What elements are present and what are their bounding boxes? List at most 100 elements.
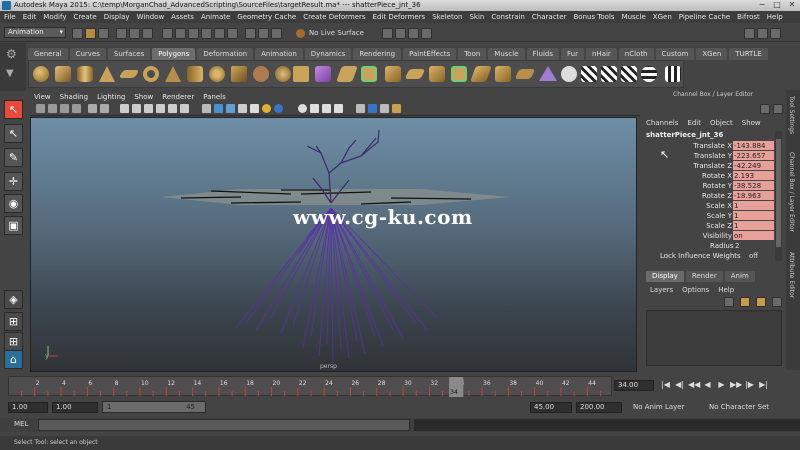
channel-label[interactable]: Translate Z — [693, 161, 732, 171]
move-layer-down-icon[interactable] — [772, 297, 782, 307]
menu-edit[interactable]: Edit — [23, 11, 37, 23]
channel-label[interactable]: Translate Y — [694, 151, 732, 161]
insert-edge-loop-icon[interactable] — [404, 69, 426, 79]
channel-value-field[interactable]: -38.528 — [733, 181, 774, 190]
depth-of-field-icon[interactable] — [322, 104, 331, 113]
separate-icon[interactable] — [253, 66, 269, 82]
mask-deformations-icon[interactable] — [214, 28, 225, 39]
mel-label[interactable]: MEL — [14, 420, 28, 428]
viewport-menu-shading[interactable]: Shading — [60, 92, 88, 102]
tab-render[interactable]: Render — [685, 271, 723, 282]
use-all-lights-icon[interactable] — [250, 104, 259, 113]
split-polygon-icon[interactable] — [385, 66, 401, 82]
shelf-tab-fluids[interactable]: Fluids — [526, 48, 559, 60]
shelf-tab-turtle[interactable]: TURTLE — [729, 48, 768, 60]
viewport-menu-lighting[interactable]: Lighting — [97, 92, 125, 102]
play-backwards-button[interactable]: ◀ — [702, 379, 713, 391]
hypershade-layout-icon[interactable]: ⌂ — [4, 350, 23, 369]
gate-mask-icon[interactable] — [144, 104, 153, 113]
bridge-icon[interactable] — [336, 66, 358, 82]
viewport-menu-panels[interactable]: Panels — [203, 92, 226, 102]
layer-list[interactable] — [646, 310, 782, 366]
ipr-render-icon[interactable] — [408, 28, 419, 39]
shelf-tab-muscle[interactable]: Muscle — [488, 48, 525, 60]
bookmark-icon[interactable] — [60, 104, 69, 113]
side-tab-tool-settings[interactable]: Tool Settings — [788, 96, 795, 134]
shelf-menu-arrow-icon[interactable]: ▼ — [6, 68, 14, 79]
poly-pipe-icon[interactable] — [209, 66, 225, 82]
wireframe-on-shaded-icon[interactable] — [226, 104, 235, 113]
menu-bifrost[interactable]: Bifrost — [737, 11, 760, 23]
mirror-icon[interactable] — [561, 66, 577, 82]
sculpt-icon[interactable] — [539, 66, 557, 81]
channel-label[interactable]: Radius — [710, 241, 733, 251]
image-plane-icon[interactable] — [72, 104, 81, 113]
channel-label[interactable]: Scale X — [706, 201, 732, 211]
channel-label[interactable]: Scale Z — [706, 221, 732, 231]
selected-object-name[interactable]: shatterPiece_jnt_36 — [646, 131, 723, 139]
channel-value-field[interactable]: -18.963 — [733, 191, 774, 200]
uv-planar-icon[interactable] — [601, 66, 617, 82]
combine-icon[interactable] — [231, 66, 247, 82]
menu-constrain[interactable]: Constrain — [491, 11, 525, 23]
single-perspective-layout-icon[interactable]: ◈ — [4, 290, 23, 309]
paint-select-tool-icon[interactable]: ✎ — [4, 148, 23, 167]
mask-dynamics-icon[interactable] — [227, 28, 238, 39]
menu-bonus-tools[interactable]: Bonus Tools — [573, 11, 614, 23]
menu-animate[interactable]: Animate — [201, 11, 230, 23]
viewport-menu-view[interactable]: View — [34, 92, 51, 102]
shelf-tab-painteffects[interactable]: PaintEffects — [403, 48, 457, 60]
shelf-tab-general[interactable]: General — [28, 48, 68, 60]
menu-display[interactable]: Display — [104, 11, 130, 23]
uv-editor-icon[interactable] — [665, 66, 681, 82]
channel-label[interactable]: Rotate X — [702, 171, 732, 181]
collapse-icon[interactable] — [470, 66, 492, 82]
poly-cylinder-icon[interactable] — [77, 66, 93, 82]
channel-row[interactable]: Rotate Y -38.528 — [646, 181, 774, 191]
new-layer-from-selection-icon[interactable] — [740, 297, 750, 307]
channel-row[interactable]: Scale Z1 — [646, 221, 774, 231]
snap-curve-icon[interactable] — [258, 28, 269, 39]
channel-row[interactable]: Rotate X 2.193 — [646, 171, 774, 181]
move-layer-up-icon[interactable] — [756, 297, 766, 307]
menu-xgen[interactable]: XGen — [653, 11, 672, 23]
wedge-icon[interactable] — [514, 69, 536, 79]
motion-blur-icon[interactable] — [298, 104, 307, 113]
menu-muscle[interactable]: Muscle — [622, 11, 646, 23]
channel-row[interactable]: Translate Z -42.249 — [646, 161, 774, 171]
viewport-menu-show[interactable]: Show — [134, 92, 153, 102]
render-current-icon[interactable] — [395, 28, 406, 39]
toggle-tool-settings-icon[interactable] — [770, 28, 781, 39]
step-forward-frame-button[interactable]: ▶▶ — [730, 379, 742, 391]
mask-joints-icon[interactable] — [175, 28, 186, 39]
menu-create-deformers[interactable]: Create Deformers — [303, 11, 365, 23]
animation-end-field[interactable]: 200.00 — [576, 402, 622, 413]
boolean-icon[interactable] — [293, 66, 309, 82]
channel-value-field[interactable]: -42.249 — [733, 161, 774, 170]
channel-label[interactable]: Scale Y — [707, 211, 732, 221]
channel-value-field[interactable]: on — [733, 231, 774, 240]
gear-icon[interactable]: ⚙ — [6, 47, 17, 61]
grid-icon[interactable] — [100, 104, 109, 113]
shadows-icon[interactable] — [262, 104, 271, 113]
menu-edit-deformers[interactable]: Edit Deformers — [373, 11, 426, 23]
layer-options-menu[interactable]: Options — [682, 285, 709, 295]
menu-skin[interactable]: Skin — [469, 11, 484, 23]
uv-cylindrical-icon[interactable] — [621, 66, 637, 82]
scrollbar-thumb[interactable] — [776, 139, 781, 247]
menu-file[interactable]: File — [4, 11, 16, 23]
anim-layer-dropdown[interactable]: No Anim Layer — [630, 402, 700, 413]
render-settings-icon[interactable] — [421, 28, 432, 39]
viewport-menu-renderer[interactable]: Renderer — [162, 92, 194, 102]
channel-show-menu[interactable]: Show — [742, 118, 761, 128]
four-view-layout-icon[interactable]: ⊞ — [4, 312, 23, 331]
maximize-button[interactable]: □ — [772, 1, 782, 10]
offset-edge-loop-icon[interactable] — [429, 66, 445, 82]
poly-sphere-icon[interactable] — [33, 66, 49, 82]
isolate-select-icon[interactable] — [334, 104, 343, 113]
new-scene-icon[interactable] — [72, 28, 83, 39]
hud-icon[interactable] — [392, 104, 401, 113]
channel-label[interactable]: Lock Influence Weights — [660, 251, 741, 261]
channel-box-scrollbar[interactable] — [775, 131, 782, 261]
channel-value-field[interactable]: 2.193 — [733, 171, 774, 180]
